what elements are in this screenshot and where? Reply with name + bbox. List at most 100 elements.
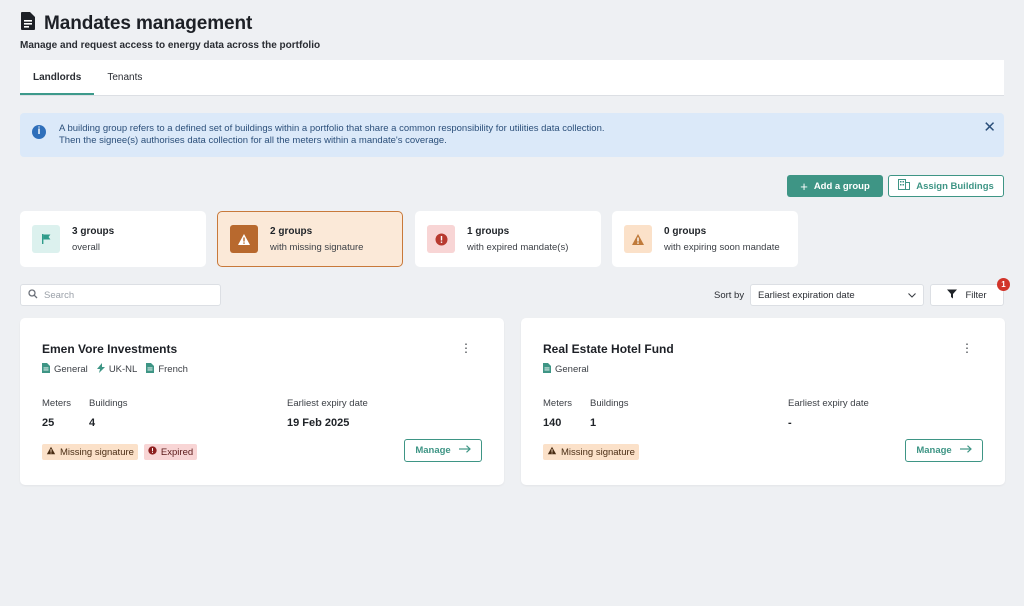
filter-icon [947,289,958,302]
stat-count: 2 groups [270,225,313,237]
group-card: Emen Vore Investments ⋮ General UK-NL Fr… [20,318,504,485]
badge-label: Missing signature [561,446,635,458]
tag-label: French [158,364,188,375]
tab-landlords[interactable]: Landlords [20,60,95,95]
stat-label: with missing signature [270,241,364,253]
stat-label: with expiring soon mandate [664,241,780,253]
buildings-metric: Buildings 1 [590,398,629,429]
arrow-right-icon [458,445,471,456]
warning-icon [230,225,258,253]
meters-value: 25 [42,417,55,429]
tag-region: UK-NL [96,363,138,376]
stat-label: with expired mandate(s) [467,241,569,253]
warning-icon [624,225,652,253]
status-badges: Missing signature Expired [42,444,198,460]
group-tags: General [543,363,589,376]
alert-circle-icon [148,446,157,458]
meters-metric: Meters 140 [543,398,572,429]
expiry-metric: Earliest expiry date - [788,398,869,429]
badge-label: Missing signature [60,446,134,458]
plus-icon: + [800,178,808,194]
buildings-value: 4 [89,417,96,429]
add-group-label: Add a group [813,180,870,192]
sort-value: Earliest expiration date [758,289,855,301]
info-banner: i A building group refers to a defined s… [20,113,1004,157]
document-icon [146,363,155,376]
info-line-1: A building group refers to a defined set… [59,123,605,134]
search-icon [28,286,38,304]
document-icon [42,363,50,376]
tab-bar: Landlords Tenants [20,60,1004,96]
status-badge: Expired [143,444,198,460]
tab-tenants[interactable]: Tenants [94,60,155,95]
page-title: Mandates management [44,12,253,34]
meters-label: Meters [42,398,72,409]
assign-buildings-button[interactable]: Assign Buildings [888,175,1004,197]
tag-label: UK-NL [108,364,138,375]
alert-circle-icon [427,225,455,253]
tag-label: General [54,364,88,375]
stat-card-overall[interactable]: 3 groups overall [20,211,206,267]
expiry-value: 19 Feb 2025 [287,417,350,429]
info-line-2: Then the signee(s) authorises data colle… [59,135,447,146]
expiry-metric: Earliest expiry date 19 Feb 2025 [287,398,368,429]
add-group-button[interactable]: + Add a group [787,175,883,197]
more-vertical-icon[interactable]: ⋮ [961,342,973,354]
tag-general: General [42,363,88,376]
expiry-label: Earliest expiry date [287,398,368,409]
warning-icon [46,446,56,458]
status-badge: Missing signature [42,444,138,460]
filter-button[interactable]: Filter [930,284,1004,306]
group-card: Real Estate Hotel Fund ⋮ General Meters … [521,318,1005,485]
manage-label: Manage [916,445,952,456]
manage-button[interactable]: Manage [905,439,983,462]
buildings-metric: Buildings 4 [89,398,128,429]
status-badges: Missing signature [543,444,639,460]
chevron-down-icon [908,290,916,301]
warning-icon [547,446,557,458]
assign-buildings-label: Assign Buildings [916,180,994,192]
tag-language: French [146,363,188,376]
group-name: Emen Vore Investments [42,342,178,356]
expiry-value: - [788,417,792,429]
page-header: Mandates management Manage and request a… [20,12,320,51]
stat-label: overall [72,241,100,253]
arrow-right-icon [959,445,972,456]
stat-count: 0 groups [664,225,707,237]
expiry-label: Earliest expiry date [788,398,869,409]
stat-card-expired[interactable]: 1 groups with expired mandate(s) [415,211,601,267]
filter-label: Filter [965,289,987,301]
sort-label: Sort by [714,290,745,301]
lightning-icon [96,363,105,376]
more-vertical-icon[interactable]: ⋮ [460,342,472,354]
meters-label: Meters [543,398,573,409]
badge-label: Expired [160,446,194,458]
flag-icon [32,225,60,253]
buildings-label: Buildings [590,398,629,409]
document-icon [20,12,36,35]
sort-select[interactable]: Earliest expiration date [750,284,924,306]
status-badge: Missing signature [543,444,639,460]
meters-value: 140 [543,417,562,429]
stat-card-missing-signature[interactable]: 2 groups with missing signature [217,211,403,267]
building-icon [898,179,911,193]
stat-card-expiring-soon[interactable]: 0 groups with expiring soon mandate [612,211,798,267]
info-icon: i [32,125,46,139]
close-icon[interactable]: ✕ [983,118,996,136]
manage-button[interactable]: Manage [404,439,482,462]
stat-count: 1 groups [467,225,510,237]
meters-metric: Meters 25 [42,398,71,429]
stat-count: 3 groups [72,225,115,237]
tag-general: General [543,363,589,376]
filter-count-badge: 1 [997,278,1010,291]
group-tags: General UK-NL French [42,363,188,376]
buildings-label: Buildings [89,398,128,409]
group-name: Real Estate Hotel Fund [543,342,674,356]
search-input[interactable] [44,289,214,301]
manage-label: Manage [415,445,451,456]
document-icon [543,363,551,376]
buildings-value: 1 [590,417,597,429]
info-text: A building group refers to a defined set… [59,123,605,147]
page-subtitle: Manage and request access to energy data… [20,40,321,51]
search-box [20,284,221,306]
